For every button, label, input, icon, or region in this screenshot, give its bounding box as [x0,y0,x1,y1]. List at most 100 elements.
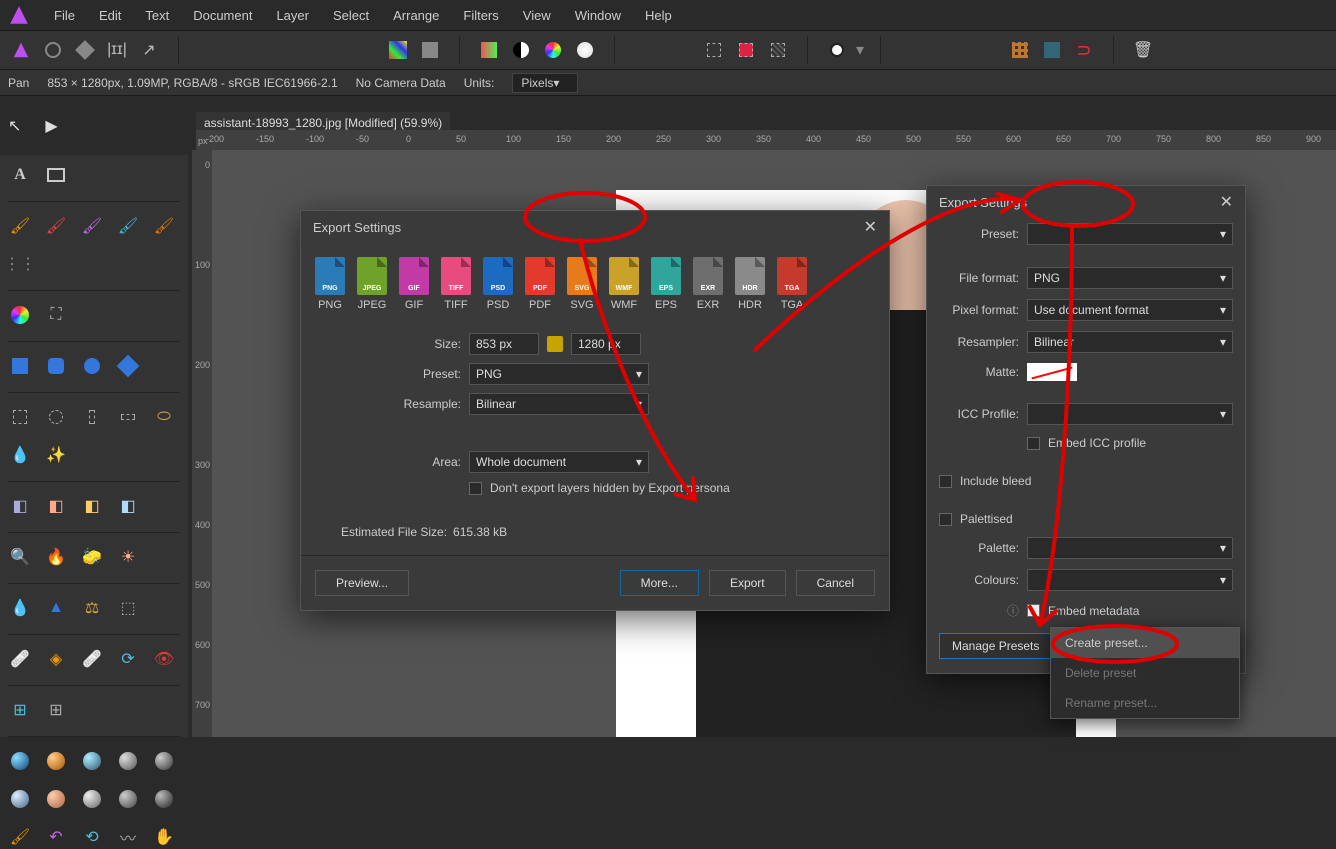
burn-tool-icon[interactable]: 🔥 [44,545,68,569]
zoom-tool-icon[interactable]: 🔍 [8,545,32,569]
photo-persona-icon[interactable] [8,37,34,63]
arrow-cursor-icon[interactable]: ↖ [8,116,21,136]
selection-add-icon[interactable] [733,37,759,63]
sphere2-icon[interactable] [44,749,68,773]
eyedropper-icon[interactable]: 💧 [8,443,32,467]
manage-presets-button[interactable]: Manage Presets [939,633,1052,659]
sphere9-icon[interactable] [116,787,140,811]
format-tga[interactable]: TGATGA [777,257,807,311]
mesh-tool-icon[interactable]: ⊞ [8,698,32,722]
create-preset-item[interactable]: Create preset... [1051,628,1239,658]
sphere8-icon[interactable] [80,787,104,811]
magic-wand-icon[interactable]: ✨ [44,443,68,467]
selection-marquee-icon[interactable] [701,37,727,63]
pixelformat-select[interactable]: Use document format▾ [1027,299,1233,321]
triangle-shape-icon[interactable] [116,354,140,378]
size-height-input[interactable] [571,333,641,355]
artistic-text-tool-icon[interactable]: A [8,163,32,187]
format-png[interactable]: PNGPNG [315,257,345,311]
tone-persona-icon[interactable]: |ɪɪ| [104,37,130,63]
mask-icon[interactable] [824,37,850,63]
auto-contrast-icon[interactable] [508,37,534,63]
menu-arrange[interactable]: Arrange [393,8,439,23]
menu-text[interactable]: Text [145,8,169,23]
selection-grid-icon[interactable] [765,37,791,63]
move-cursor-icon[interactable]: ▶ [45,116,57,136]
inpainting-icon[interactable]: ⟳ [116,647,140,671]
pixel-brush-icon[interactable]: 🖌 [44,214,68,238]
lock-aspect-icon[interactable] [547,336,563,352]
patch-tool-icon[interactable]: ◈ [44,647,68,671]
sphere1-icon[interactable] [8,749,32,773]
menu-file[interactable]: File [54,8,75,23]
embed-icc-checkbox[interactable] [1027,437,1040,450]
perspective-icon[interactable]: ⚖ [80,596,104,620]
close-icon[interactable]: ✕ [864,217,877,237]
format-eps[interactable]: EPSEPS [651,257,681,311]
resampler-select[interactable]: Bilinear▾ [1027,331,1233,353]
marquee-column-icon[interactable] [80,405,104,429]
eraser2-icon[interactable]: ◧ [116,494,140,518]
paint-brush-icon[interactable]: 🖌 [8,214,32,238]
blemish-tool-icon[interactable]: 🩹 [80,647,104,671]
dodge-tool-icon[interactable]: ☀ [116,545,140,569]
more-button[interactable]: More... [620,570,699,596]
background-eraser-icon[interactable]: ◧ [44,494,68,518]
area-select[interactable]: Whole document▾ [469,451,649,473]
sphere6-icon[interactable] [8,787,32,811]
healing-brush-icon[interactable]: 🩹 [8,647,32,671]
preset-select[interactable]: PNG▾ [469,363,649,385]
sharpen-tool-icon[interactable]: ▲ [44,596,68,620]
icc-select[interactable]: ▾ [1027,403,1233,425]
frame-text-tool-icon[interactable] [44,163,68,187]
sponge-tool-icon[interactable]: 🧽 [80,545,104,569]
auto-colors-icon[interactable] [540,37,566,63]
blur-tool-icon[interactable]: 💧 [8,596,32,620]
format-psd[interactable]: PSDPSD [483,257,513,311]
grid-tool-icon[interactable]: ⊞ [44,698,68,722]
redeye-tool-icon[interactable]: 👁 [152,647,176,671]
auto-levels-icon[interactable] [476,37,502,63]
palettised-checkbox[interactable] [939,513,952,526]
crop-tool-icon[interactable]: ⛶ [44,303,68,327]
format-pdf[interactable]: PDFPDF [525,257,555,311]
matte-swatch[interactable] [1027,363,1077,381]
format-wmf[interactable]: WMFWMF [609,257,639,311]
gradient-tool-icon[interactable] [8,303,32,327]
menu-help[interactable]: Help [645,8,672,23]
pan-tool-icon[interactable]: ✋ [152,825,176,849]
format-svg[interactable]: SVGSVG [567,257,597,311]
color-swatch-icon[interactable] [385,37,411,63]
resample-select[interactable]: Bilinear▾ [469,393,649,415]
eraser-icon[interactable]: ◧ [8,494,32,518]
menu-layer[interactable]: Layer [276,8,309,23]
include-bleed-checkbox[interactable] [939,475,952,488]
fileformat-select[interactable]: PNG▾ [1027,267,1233,289]
rectangle-shape-icon[interactable] [8,354,32,378]
rounded-rect-icon[interactable] [44,354,68,378]
sphere3-icon[interactable] [80,749,104,773]
format-gif[interactable]: GIFGIF [399,257,429,311]
history-brush-icon[interactable]: ⟲ [80,825,104,849]
grid-align-icon[interactable] [1007,37,1033,63]
trash-icon[interactable]: 🗑 [1130,37,1156,63]
blend-icon[interactable] [417,37,443,63]
format-tiff[interactable]: TIFFTIFF [441,257,471,311]
units-select[interactable]: Pixels ▾ [512,73,578,93]
mesh-warp-icon[interactable]: ⬚ [116,596,140,620]
snap-icon[interactable] [1039,37,1065,63]
flood-erase-icon[interactable]: ◧ [80,494,104,518]
lasso-tool-icon[interactable]: ⬭ [152,405,176,429]
magnet-icon[interactable]: ⊃ [1071,37,1097,63]
sphere10-icon[interactable] [152,787,176,811]
format-hdr[interactable]: HDRHDR [735,257,765,311]
auto-white-icon[interactable] [572,37,598,63]
hidden-layers-checkbox[interactable] [469,482,482,495]
format-exr[interactable]: EXREXR [693,257,723,311]
marquee-rect-icon[interactable] [8,405,32,429]
embed-metadata-checkbox[interactable]: ✓ [1027,604,1040,617]
mixer-brush-icon[interactable]: 🖌 [116,214,140,238]
size-width-input[interactable] [469,333,539,355]
undo-brush-icon[interactable]: ↶ [44,825,68,849]
menu-window[interactable]: Window [575,8,621,23]
